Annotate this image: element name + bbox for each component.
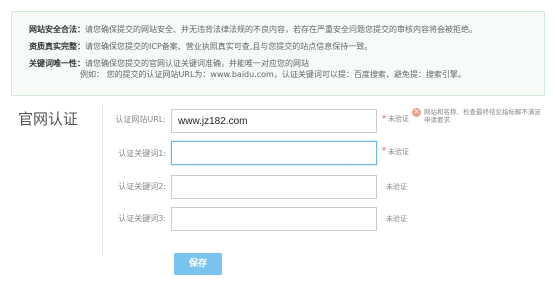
section-title: 官网认证 xyxy=(18,110,79,128)
url-status: 未验证 xyxy=(388,115,409,123)
url-label: 认证网站URL: xyxy=(115,115,166,124)
required-mark: * xyxy=(382,146,386,155)
notice-row-key: 网站安全合法： xyxy=(29,25,85,34)
notice-example: 例如： 您的提交的认证网站URL为：www.baidu.com，认证关键词可以提… xyxy=(80,70,466,79)
notice-row-key: 关键词唯一性： xyxy=(29,59,85,68)
keyword1-status: 未验证 xyxy=(388,148,409,156)
keyword3-status: 未验证 xyxy=(386,215,407,223)
keyword2-label: 认证关键词2: xyxy=(118,182,166,191)
keyword1-input[interactable] xyxy=(171,141,377,165)
notice-row-value: 请您确保提交的网站安全、并无违背法律法规的不良内容，若存在严重安全问题您提交的审… xyxy=(85,25,477,34)
notice-row-keyword: 关键词唯一性：请您确保您提交的官网认证关键词准确，并能唯一对应您的网站 xyxy=(29,59,309,69)
section-divider xyxy=(102,105,103,255)
keyword2-status: 未验证 xyxy=(386,183,407,191)
keyword1-label: 认证关键词1: xyxy=(118,149,166,158)
required-mark: * xyxy=(382,114,386,123)
close-circle-icon: ✕ xyxy=(412,108,421,117)
notice-row-key: 资质真实完整： xyxy=(29,42,85,51)
keyword3-label: 认证关键词3: xyxy=(118,214,166,223)
url-input[interactable] xyxy=(171,109,377,133)
notice-row-value: 请您确保您提交的官网认证关键词准确，并能唯一对应您的网站 xyxy=(85,59,309,68)
requirements-notice: 网站安全合法：请您确保提交的网站安全、并无违背法律法规的不良内容，若存在严重安全… xyxy=(11,11,545,96)
keyword3-input[interactable] xyxy=(171,207,377,231)
notice-row-value: 请您确保您提交的ICP备案、营业执照真实可查,且与您提交的站点信息保持一致。 xyxy=(85,42,373,51)
url-hint: 网站和名称、检查最终结论指标解不满足申请要求 xyxy=(424,108,541,124)
notice-row-security: 网站安全合法：请您确保提交的网站安全、并无违背法律法规的不良内容，若存在严重安全… xyxy=(29,25,477,35)
save-button[interactable]: 保存 xyxy=(174,253,222,275)
keyword2-input[interactable] xyxy=(171,175,377,199)
notice-row-qualification: 资质真实完整：请您确保您提交的ICP备案、营业执照真实可查,且与您提交的站点信息… xyxy=(29,42,372,52)
